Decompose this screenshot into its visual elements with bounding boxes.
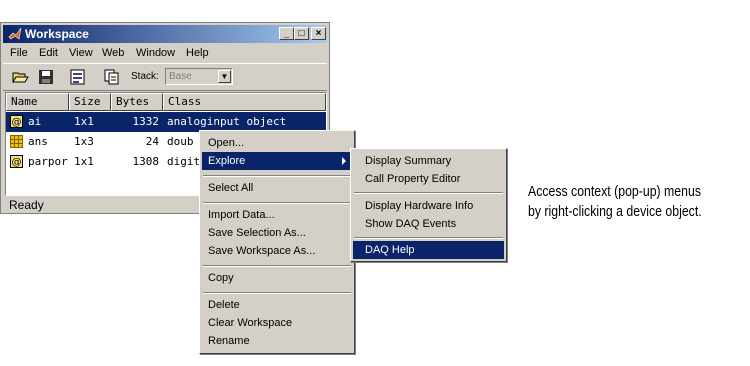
menu-separator	[203, 175, 351, 177]
menu-item-clear-workspace[interactable]: Clear Workspace	[202, 314, 352, 332]
close-button[interactable]: ×	[311, 27, 326, 40]
context-menu: Open... Explore Select All Import Data..…	[199, 130, 355, 354]
minimize-button[interactable]: _	[279, 27, 294, 40]
cell-class: analoginput object	[167, 115, 287, 128]
menu-item-call-property-editor[interactable]: Call Property Editor	[353, 170, 504, 188]
caption: Access context (pop-up) menus by right-c…	[528, 182, 702, 222]
menu-separator	[203, 202, 351, 204]
new-variable-icon[interactable]	[103, 68, 121, 86]
menu-item-save-selection[interactable]: Save Selection As...	[202, 224, 352, 242]
import-data-icon[interactable]	[69, 68, 87, 86]
status-text: Ready	[9, 198, 44, 212]
menu-separator	[203, 292, 351, 294]
open-folder-icon[interactable]	[11, 68, 29, 86]
menu-item-select-all[interactable]: Select All	[202, 179, 352, 197]
object-icon: @	[10, 155, 23, 168]
caption-line-1: Access context (pop-up) menus	[528, 183, 701, 200]
cell-class: doub	[167, 135, 194, 148]
array-icon	[10, 135, 23, 148]
cell-bytes: 1332	[132, 115, 160, 128]
svg-text:@: @	[12, 117, 22, 128]
menu-item-open[interactable]: Open...	[202, 134, 352, 152]
menu-separator	[354, 192, 503, 194]
stack-select[interactable]: Base ▼	[165, 68, 233, 85]
toolbar: Stack: Base ▼	[3, 63, 327, 91]
menu-item-explore-label: Explore	[208, 155, 246, 167]
cell-size: 1x1	[74, 115, 94, 128]
explore-submenu: Display Summary Call Property Editor Dis…	[350, 148, 507, 262]
submenu-arrow-icon	[342, 157, 346, 165]
menu-item-display-summary[interactable]: Display Summary	[353, 152, 504, 170]
menu-help[interactable]: Help	[186, 47, 209, 59]
svg-text:@: @	[12, 157, 22, 168]
object-icon: @	[10, 115, 23, 128]
save-icon[interactable]	[37, 68, 55, 86]
header-name[interactable]: Name	[6, 93, 69, 111]
table-row[interactable]: @ ai 1x1 1332 analoginput object	[6, 112, 326, 132]
cell-class: digit	[167, 155, 201, 168]
menu-item-rename[interactable]: Rename	[202, 332, 352, 350]
header-bytes[interactable]: Bytes	[111, 93, 163, 111]
menu-item-explore[interactable]: Explore	[202, 152, 352, 170]
menu-bar: File Edit View Web Window Help	[3, 44, 327, 62]
menu-file[interactable]: File	[10, 47, 28, 59]
menu-item-save-workspace[interactable]: Save Workspace As...	[202, 242, 352, 260]
menu-edit[interactable]: Edit	[39, 47, 58, 59]
chevron-down-icon[interactable]: ▼	[218, 70, 231, 83]
menu-web[interactable]: Web	[102, 47, 124, 59]
menu-item-import-data[interactable]: Import Data...	[202, 206, 352, 224]
cell-bytes: 24	[145, 135, 159, 148]
menu-view[interactable]: View	[69, 47, 93, 59]
cell-bytes: 1308	[132, 155, 160, 168]
caption-line-2: by right-clicking a device object.	[528, 203, 702, 220]
menu-separator	[203, 265, 351, 267]
menu-item-display-hardware-info[interactable]: Display Hardware Info	[353, 197, 504, 215]
title-bar[interactable]: Workspace _ □ ×	[3, 25, 327, 43]
cell-name: parpor	[28, 155, 68, 168]
stack-value: Base	[169, 71, 192, 82]
menu-separator	[354, 237, 503, 239]
menu-item-copy[interactable]: Copy	[202, 269, 352, 287]
menu-item-show-daq-events[interactable]: Show DAQ Events	[353, 215, 504, 233]
matlab-logo-icon	[8, 27, 22, 40]
header-class[interactable]: Class	[163, 93, 326, 111]
menu-item-delete[interactable]: Delete	[202, 296, 352, 314]
window-title: Workspace	[25, 27, 89, 41]
stack-label: Stack:	[131, 71, 159, 82]
cell-size: 1x1	[74, 155, 94, 168]
header-size[interactable]: Size	[69, 93, 111, 111]
maximize-button[interactable]: □	[294, 27, 309, 40]
cell-size: 1x3	[74, 135, 94, 148]
cell-name: ans	[28, 135, 48, 148]
menu-item-daq-help[interactable]: DAQ Help	[353, 241, 504, 259]
menu-window[interactable]: Window	[136, 47, 175, 59]
cell-name: ai	[28, 115, 42, 128]
